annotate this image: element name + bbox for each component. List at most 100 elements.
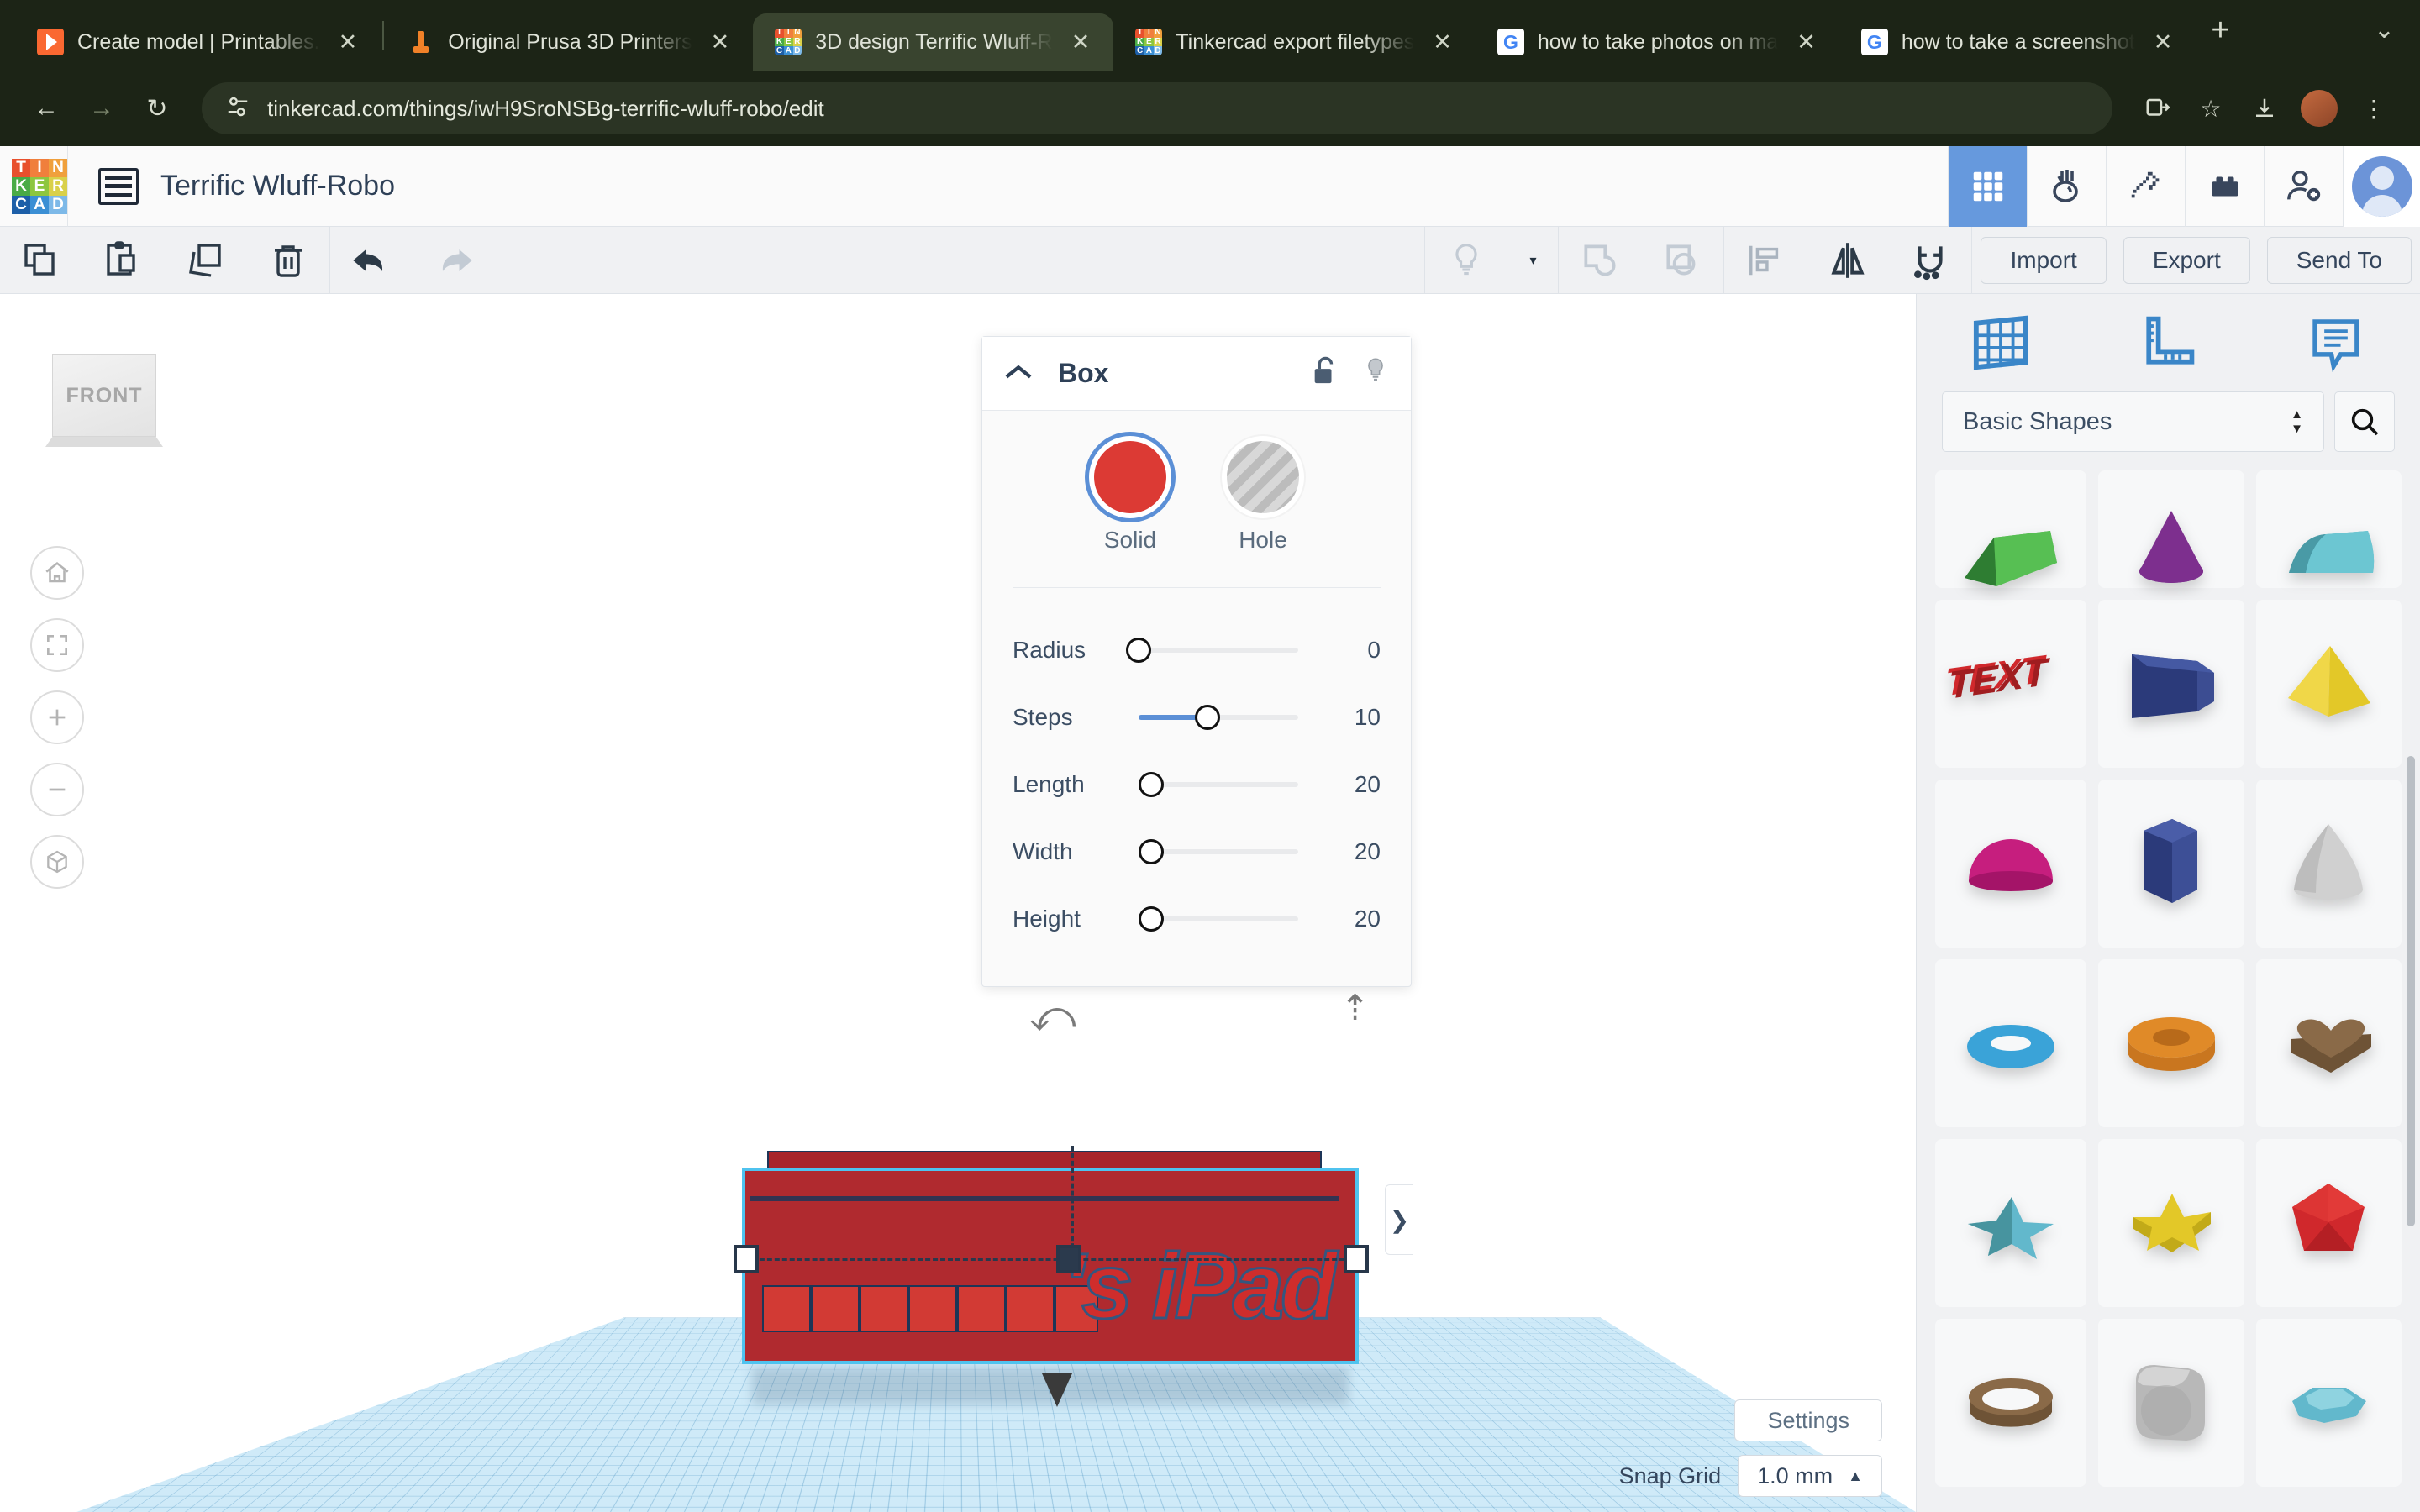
reload-button[interactable]: ↻ [133, 84, 182, 133]
tab-close-icon[interactable]: ✕ [1428, 28, 1457, 57]
note-callout-icon[interactable] [2286, 303, 2386, 382]
duplicate-button[interactable] [165, 227, 247, 294]
resize-handle-left[interactable] [734, 1245, 759, 1273]
panel-collapse-chevron-right-icon[interactable]: ❯ [1385, 1184, 1413, 1255]
chevron-down-icon[interactable]: ▾ [1507, 227, 1558, 294]
header-tool-codeblocks[interactable] [2027, 145, 2106, 227]
slider-track[interactable] [1139, 839, 1298, 864]
tab-close-icon[interactable]: ✕ [706, 28, 735, 57]
header-tool-invite[interactable] [2264, 145, 2343, 227]
kebab-menu-icon[interactable]: ⋮ [2349, 84, 2398, 133]
shape-item-half-sphere[interactable] [1935, 780, 2086, 948]
tab-close-icon[interactable]: ✕ [2149, 28, 2178, 57]
browser-tab-6[interactable]: how to take a screenshot ✕ [1839, 13, 2196, 71]
shape-item-roof[interactable] [1935, 470, 2086, 588]
slider-knob[interactable] [1139, 772, 1165, 797]
shapes-scrollbar[interactable] [2407, 756, 2415, 1226]
export-button[interactable]: Export [2123, 236, 2250, 284]
hole-mode-option[interactable]: Hole [1227, 441, 1299, 554]
browser-tab-1[interactable]: Create model | Printables. ✕ [15, 13, 381, 71]
browser-tab-2[interactable]: Original Prusa 3D Printers ✕ [386, 13, 753, 71]
forward-button[interactable]: → [77, 84, 126, 133]
rotate-handle-icon[interactable]: ⤺ [1029, 991, 1076, 1042]
slider-track[interactable] [1139, 906, 1298, 932]
view-cube[interactable]: FRONT [45, 354, 163, 449]
3d-viewport[interactable]: FRONT ⤺ ⇡ 's iPad Settings Snap Grid 1.0… [0, 294, 1916, 1512]
design-list-icon[interactable] [98, 167, 139, 205]
settings-button[interactable]: Settings [1734, 1399, 1882, 1441]
solid-color-swatch[interactable] [1094, 441, 1166, 513]
omnibox[interactable]: tinkercad.com/things/iwH9SroNSBg-terrifi… [202, 82, 2112, 134]
shapes-grid[interactable]: TEXT TEXT [1917, 470, 2420, 1512]
hole-swatch[interactable] [1227, 441, 1299, 513]
slider-track[interactable] [1139, 772, 1298, 797]
profile-avatar-icon[interactable] [2301, 90, 2338, 127]
tab-close-icon[interactable]: ✕ [1066, 28, 1096, 57]
slider-value[interactable]: 0 [1320, 637, 1381, 664]
header-tool-blocks[interactable] [2185, 145, 2264, 227]
snap-grid-select[interactable]: 1.0 mm ▲ [1738, 1455, 1882, 1497]
workplane-grid-icon[interactable] [1950, 303, 2051, 382]
install-app-icon[interactable] [2133, 84, 2181, 133]
shape-item-star-flat[interactable] [2098, 1139, 2244, 1307]
chevron-up-icon[interactable] [1004, 360, 1033, 388]
search-icon[interactable] [2334, 391, 2395, 452]
browser-tab-5[interactable]: how to take photos on ma ✕ [1476, 13, 1839, 71]
resize-handle-center[interactable] [1056, 1245, 1081, 1273]
shape-item-heart[interactable] [2255, 959, 2402, 1127]
height-handle-icon[interactable]: ⇡ [1340, 987, 1370, 1028]
slider-knob[interactable] [1126, 638, 1151, 663]
send-to-button[interactable]: Send To [2266, 236, 2412, 284]
slider-knob[interactable] [1139, 906, 1165, 932]
back-button[interactable]: ← [22, 84, 71, 133]
move-handle-icon[interactable] [1042, 1373, 1072, 1407]
redo-button[interactable] [413, 227, 495, 294]
shape-item-gem[interactable] [2255, 1319, 2402, 1487]
shape-item-polygon-solid[interactable] [2255, 1139, 2402, 1307]
shape-category-select[interactable]: Basic Shapes ▲ ▼ [1942, 391, 2324, 452]
resize-handle-right[interactable] [1344, 1245, 1369, 1273]
fit-to-view-icon[interactable] [30, 618, 84, 672]
download-icon[interactable] [2240, 84, 2289, 133]
trash-icon[interactable] [247, 227, 329, 294]
align-icon[interactable] [1724, 227, 1807, 294]
header-tool-3d-designs-grid[interactable] [1948, 145, 2027, 227]
lightbulb-icon[interactable] [1362, 355, 1389, 391]
plus-icon[interactable] [30, 690, 84, 744]
lightbulb-icon[interactable] [1425, 227, 1507, 294]
solid-mode-option[interactable]: Solid [1094, 441, 1166, 554]
ungroup-shapes-icon[interactable] [1641, 227, 1723, 294]
slider-track[interactable] [1139, 705, 1298, 730]
group-shapes-icon[interactable] [1559, 227, 1641, 294]
tab-close-icon[interactable]: ✕ [334, 28, 363, 57]
shape-item-tube[interactable] [2098, 959, 2244, 1127]
unlocked-padlock-icon[interactable] [1310, 355, 1339, 391]
paste-button[interactable] [82, 227, 165, 294]
ruler-icon[interactable] [2118, 303, 2218, 382]
minus-icon[interactable] [30, 763, 84, 816]
browser-tab-4[interactable]: TIN KER CAD Tinkercad export filetypes ✕ [1113, 13, 1476, 71]
shape-item-pyramid[interactable] [2255, 600, 2402, 768]
tab-close-icon[interactable]: ✕ [1791, 28, 1821, 57]
shape-item-star-3d[interactable] [1935, 1139, 2086, 1307]
selected-3d-object[interactable]: ⤺ ⇡ 's iPad [734, 988, 1370, 1407]
slider-knob[interactable] [1194, 705, 1220, 730]
mirror-flip-icon[interactable] [1807, 227, 1889, 294]
site-settings-icon[interactable] [225, 94, 250, 123]
slider-value[interactable]: 10 [1320, 704, 1381, 731]
undo-button[interactable] [330, 227, 413, 294]
shape-item-torus[interactable] [1935, 959, 2086, 1127]
shape-item-paraboloid[interactable] [2255, 780, 2402, 948]
tinkercad-logo[interactable]: T I N K E R C A D [12, 158, 67, 214]
user-avatar-icon[interactable] [2343, 145, 2420, 227]
shape-item-rounded-cube[interactable] [2098, 1319, 2244, 1487]
new-tab-button[interactable]: + [2196, 13, 2244, 59]
shape-item-cone[interactable] [2098, 470, 2244, 588]
home-icon[interactable] [30, 546, 84, 600]
magnet-icon[interactable] [1889, 227, 1971, 294]
slider-knob[interactable] [1139, 839, 1165, 864]
perspective-cube-icon[interactable] [30, 835, 84, 889]
shape-item-ring[interactable] [1935, 1319, 2086, 1487]
shape-item-box[interactable] [2098, 600, 2244, 768]
browser-tab-3-active[interactable]: TIN KER CAD 3D design Terrific Wluff-R ✕ [753, 13, 1114, 71]
